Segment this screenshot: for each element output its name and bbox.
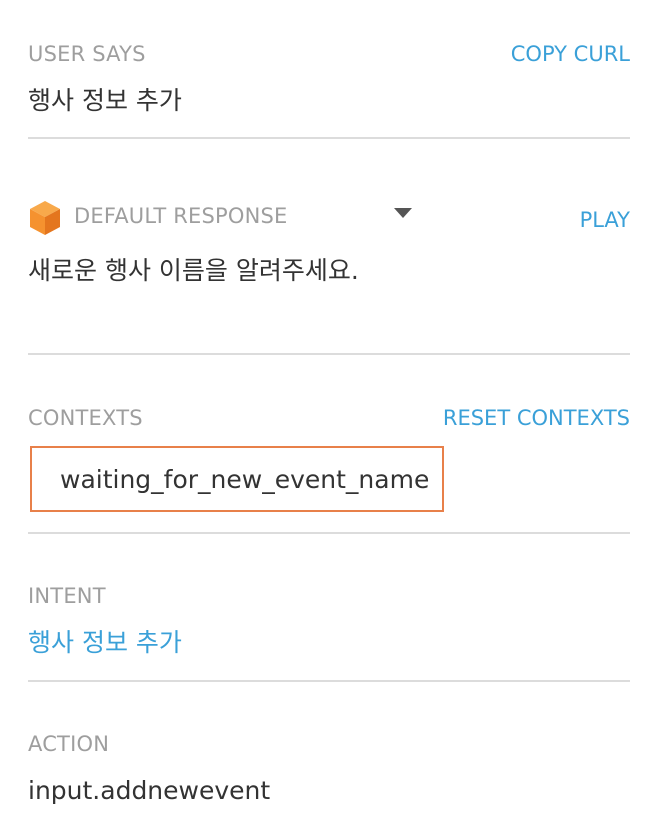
user-says-section: USER SAYS COPY CURL 행사 정보 추가 <box>28 40 630 120</box>
action-label: ACTION <box>28 732 110 756</box>
user-says-value: 행사 정보 추가 <box>28 86 182 115</box>
action-value: input.addnewevent <box>28 776 271 805</box>
divider <box>28 353 630 355</box>
test-console-panel: USER SAYS COPY CURL 행사 정보 추가 DEFAULT RES… <box>0 0 670 828</box>
contexts-section: CONTEXTS RESET CONTEXTS waiting_for_new_… <box>28 404 630 519</box>
divider <box>28 680 630 682</box>
user-says-label: USER SAYS <box>28 42 146 66</box>
cube-icon <box>30 201 60 235</box>
action-section: ACTION input.addnewevent <box>28 730 630 814</box>
copy-curl-link[interactable]: COPY CURL <box>511 40 630 68</box>
default-response-value: 새로운 행사 이름을 알려주세요. <box>28 256 359 285</box>
intent-link[interactable]: 행사 정보 추가 <box>28 626 182 660</box>
divider <box>28 137 630 139</box>
divider <box>28 532 630 534</box>
reset-contexts-link[interactable]: RESET CONTEXTS <box>443 404 630 432</box>
contexts-label: CONTEXTS <box>28 406 143 430</box>
default-response-section: DEFAULT RESPONSE PLAY 새로운 행사 이름을 알려주세요. <box>28 200 630 310</box>
chevron-down-icon[interactable] <box>394 208 412 218</box>
default-response-label: DEFAULT RESPONSE <box>74 204 288 228</box>
context-chip[interactable]: waiting_for_new_event_name <box>30 446 444 512</box>
intent-label: INTENT <box>28 584 106 608</box>
play-button[interactable]: PLAY <box>580 206 630 234</box>
intent-section: INTENT 행사 정보 추가 <box>28 582 630 666</box>
